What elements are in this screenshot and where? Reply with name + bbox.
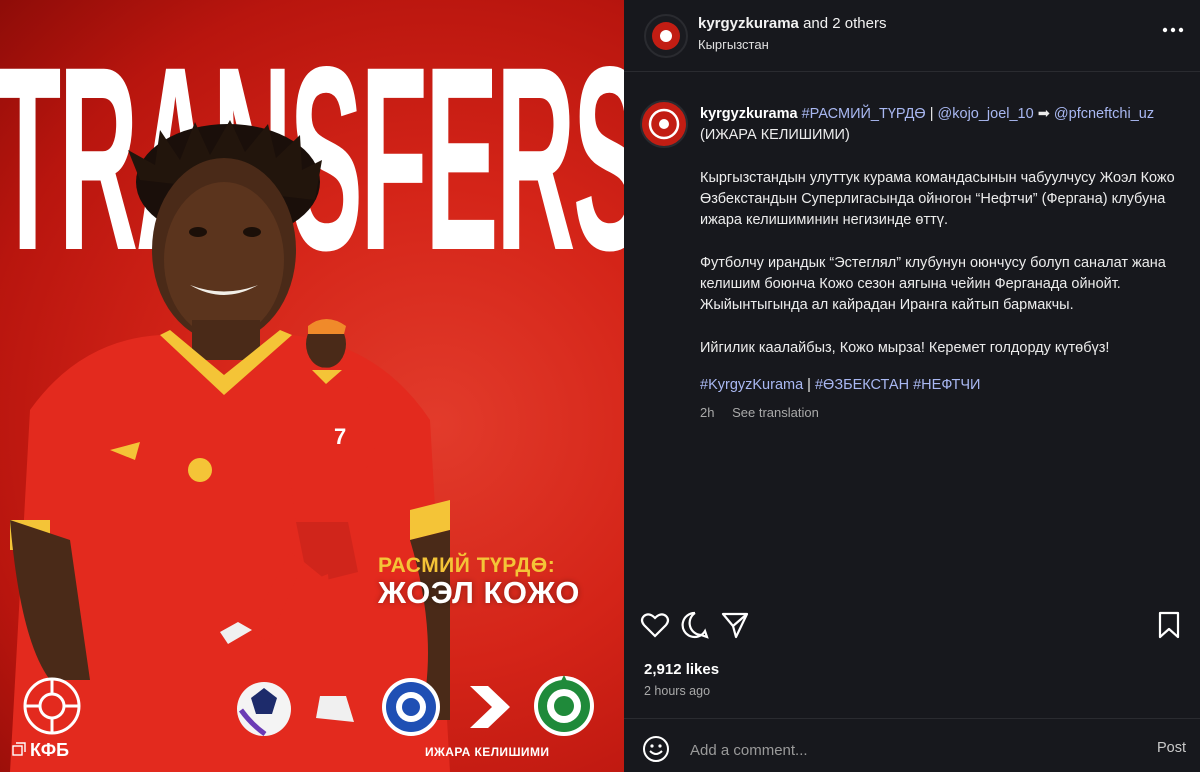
more-icon[interactable] (1162, 26, 1184, 34)
avatar[interactable] (644, 14, 688, 58)
post-timestamp[interactable]: 2 hours ago (644, 684, 710, 698)
header-divider (624, 71, 1200, 72)
caption-avatar[interactable] (640, 100, 688, 148)
jersey-number: 7 (334, 424, 346, 449)
kfb-logo-text: КФБ (30, 740, 70, 760)
comment-divider (624, 718, 1200, 719)
arrow-emoji: ➡ (1033, 106, 1050, 122)
post-caption: kyrgyzkurama #РАСМИЙ_ТҮРДӨ | @kojo_joel_… (700, 104, 1178, 423)
collab-text[interactable]: and 2 others (799, 15, 886, 32)
mention-link[interactable]: @pfcneftchi_uz (1054, 106, 1154, 122)
location-link[interactable]: Кыргызстан (698, 37, 769, 52)
comment-input[interactable] (688, 738, 1092, 762)
caption-username[interactable]: kyrgyzkurama (700, 106, 798, 122)
carousel-icon (12, 742, 26, 756)
bookmark-icon[interactable] (1154, 610, 1184, 640)
post-image[interactable]: TRANSFERS (0, 0, 624, 772)
hashtag-link[interactable]: #НЕФТЧИ (913, 377, 980, 393)
hashtag-link[interactable]: #ӨЗБЕКСТАН (815, 377, 909, 393)
caption-meta: 2h See translation (700, 402, 1178, 423)
likes-count[interactable]: 2,912 likes (644, 661, 719, 678)
post-age: 2h (700, 405, 715, 420)
dinamo-club-logo (382, 678, 440, 736)
caption-separator: | (925, 106, 938, 122)
kfb-federation-logo (23, 677, 81, 735)
post-details-panel: kyrgyzkurama and 2 others Кыргызстан kyr… (624, 0, 1200, 772)
loan-caption: ИЖАРА КЕЛИШИМИ (425, 745, 550, 759)
heart-icon[interactable] (640, 610, 670, 640)
comment-icon[interactable] (680, 610, 710, 640)
instagram-post: TRANSFERS (0, 0, 1200, 772)
action-bar (640, 610, 1184, 642)
transfer-arrow-icon (470, 686, 510, 728)
see-translation-link[interactable]: See translation (732, 405, 819, 420)
caption-text: (ИЖАРА КЕЛИШИМИ) (700, 127, 850, 143)
hashtag-link[interactable]: #KyrgyzKurama (700, 377, 803, 393)
post-header: kyrgyzkurama and 2 others Кыргызстан (624, 0, 1200, 68)
post-comment-button[interactable]: Post (1157, 740, 1186, 756)
emoji-icon[interactable] (642, 735, 670, 763)
neftchi-club-logo (534, 675, 594, 736)
share-icon[interactable] (720, 610, 750, 640)
football-icon (237, 682, 291, 737)
header-username[interactable]: kyrgyzkurama and 2 others (698, 15, 886, 32)
caption-paragraph: Кыргызстандын улуттук курама командасыны… (700, 170, 1175, 228)
caption-paragraph: Футболчу ирандык “Эстеглял” клубунун оюн… (700, 255, 1166, 313)
hashtag-link[interactable]: #РАСМИЙ_ТҮРДӨ (802, 106, 926, 122)
kyrgyzkurama-logo-icon (648, 108, 680, 140)
hashtag-separator: | (803, 377, 815, 393)
promo-player-name: ЖОЭЛ КОЖО (378, 575, 580, 610)
username-link[interactable]: kyrgyzkurama (698, 15, 799, 32)
kyrgyzkurama-logo-icon (652, 22, 680, 50)
mention-link[interactable]: @kojo_joel_10 (938, 106, 1034, 122)
caption-paragraph: Ийгилик каалайбыз, Кожо мырза! Керемет г… (700, 340, 1110, 356)
